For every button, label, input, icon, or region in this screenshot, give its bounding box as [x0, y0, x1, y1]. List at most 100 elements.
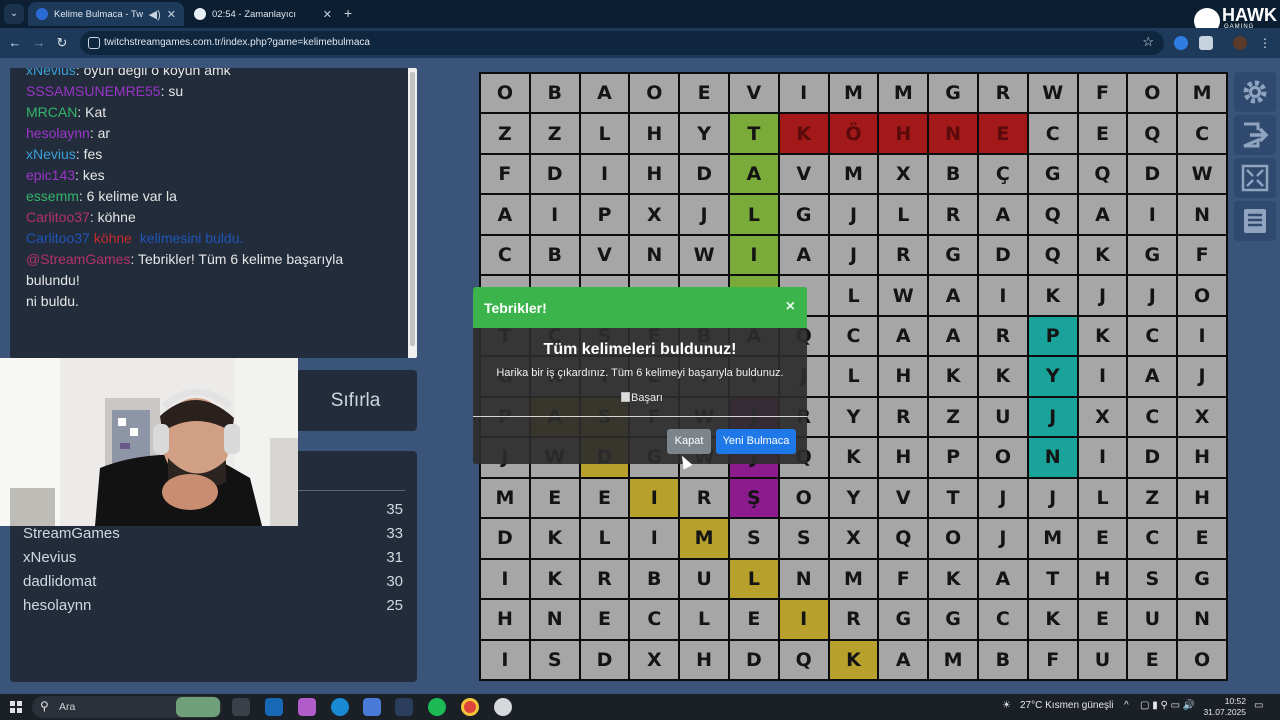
grid-cell[interactable]: G: [1178, 559, 1226, 599]
grid-cell[interactable]: J: [978, 519, 1027, 558]
modal-close-icon[interactable]: ×: [786, 298, 795, 316]
fullscreen-icon[interactable]: [1234, 158, 1276, 198]
grid-cell[interactable]: A: [729, 154, 778, 194]
outlook-icon[interactable]: [265, 698, 283, 716]
windows-start-icon[interactable]: [10, 701, 22, 713]
grid-cell[interactable]: N: [530, 600, 579, 639]
grid-cell[interactable]: C: [630, 600, 679, 639]
extensions-puzzle-icon[interactable]: [1199, 36, 1213, 50]
grid-cell[interactable]: T: [1028, 559, 1077, 599]
forward-arrow-icon[interactable]: →: [30, 34, 48, 52]
grid-cell[interactable]: J: [829, 195, 878, 234]
task-view-icon[interactable]: [232, 698, 250, 716]
grid-cell[interactable]: D: [680, 154, 728, 194]
grid-cell[interactable]: P: [929, 438, 977, 477]
grid-cell[interactable]: I: [1078, 357, 1127, 396]
grid-cell[interactable]: Q: [1078, 154, 1127, 194]
grid-cell[interactable]: A: [1128, 357, 1177, 396]
grid-cell[interactable]: J: [1028, 397, 1077, 437]
grid-cell[interactable]: U: [680, 559, 728, 599]
grid-cell[interactable]: M: [1178, 74, 1226, 113]
grid-cell[interactable]: Y: [829, 478, 878, 518]
grid-cell[interactable]: E: [1178, 519, 1226, 558]
grid-cell[interactable]: G: [1128, 235, 1177, 275]
grid-cell[interactable]: U: [1128, 600, 1177, 639]
chat-username[interactable]: Carlitoo37: [26, 209, 90, 225]
grid-cell[interactable]: M: [879, 74, 928, 113]
grid-cell[interactable]: B: [978, 640, 1027, 679]
chat-username[interactable]: epic143: [26, 167, 75, 183]
bookmark-star-icon[interactable]: ☆: [1142, 34, 1154, 50]
grid-cell[interactable]: K: [779, 114, 828, 153]
copilot-icon[interactable]: [298, 698, 316, 716]
grid-cell[interactable]: R: [879, 235, 928, 275]
grid-cell[interactable]: A: [879, 640, 928, 679]
grid-cell[interactable]: L: [680, 600, 728, 639]
grid-cell[interactable]: K: [1078, 235, 1127, 275]
tab-zamanlayici[interactable]: 02:54 - Zamanlayıcı ✕: [186, 2, 340, 26]
grid-cell[interactable]: L: [829, 357, 878, 396]
grid-cell[interactable]: R: [829, 600, 878, 639]
chat-scrollbar[interactable]: [408, 68, 417, 358]
grid-cell[interactable]: G: [879, 600, 928, 639]
grid-cell[interactable]: V: [729, 74, 778, 113]
close-button[interactable]: Kapat: [667, 429, 711, 454]
url-text[interactable]: twitchstreamgames.com.tr/index.php?game=…: [104, 37, 370, 48]
grid-cell[interactable]: H: [1178, 438, 1226, 477]
tray-apps-icon[interactable]: ▢ ▮ ⚲ ▭ 🔊: [1140, 700, 1195, 711]
grid-cell[interactable]: H: [481, 600, 529, 639]
grid-cell[interactable]: I: [729, 235, 778, 275]
grid-cell[interactable]: R: [978, 74, 1027, 113]
grid-cell[interactable]: P: [1028, 316, 1077, 356]
grid-cell[interactable]: K: [829, 438, 878, 477]
grid-cell[interactable]: E: [1078, 519, 1127, 558]
grid-cell[interactable]: Y: [1028, 357, 1077, 396]
grid-cell[interactable]: C: [1178, 114, 1226, 153]
grid-cell[interactable]: W: [879, 276, 928, 315]
grid-cell[interactable]: D: [1128, 154, 1177, 194]
grid-cell[interactable]: T: [729, 114, 778, 153]
grid-cell[interactable]: E: [1128, 640, 1177, 679]
tab-close-icon[interactable]: ✕: [323, 8, 332, 21]
back-arrow-icon[interactable]: ←: [6, 34, 24, 52]
grid-cell[interactable]: L: [729, 195, 778, 234]
grid-cell[interactable]: A: [929, 276, 977, 315]
grid-cell[interactable]: A: [1078, 195, 1127, 234]
grid-cell[interactable]: S: [779, 519, 828, 558]
grid-cell[interactable]: J: [978, 478, 1027, 518]
grid-cell[interactable]: I: [1128, 195, 1177, 234]
grid-cell[interactable]: N: [1178, 600, 1226, 639]
grid-cell[interactable]: T: [929, 478, 977, 518]
grid-cell[interactable]: I: [1078, 438, 1127, 477]
grid-cell[interactable]: I: [481, 559, 529, 599]
speaker-icon[interactable]: ◀): [149, 8, 161, 21]
chat-username[interactable]: essemm: [26, 188, 79, 204]
grid-cell[interactable]: Z: [481, 114, 529, 153]
grid-cell[interactable]: R: [879, 397, 928, 437]
grid-cell[interactable]: J: [829, 235, 878, 275]
grid-cell[interactable]: M: [1028, 519, 1077, 558]
grid-cell[interactable]: I: [978, 276, 1027, 315]
weather-icon[interactable]: ☀: [1002, 700, 1011, 711]
grid-cell[interactable]: K: [929, 357, 977, 396]
spotify-icon[interactable]: [428, 698, 446, 716]
grid-cell[interactable]: E: [580, 478, 629, 518]
grid-cell[interactable]: B: [530, 235, 579, 275]
grid-cell[interactable]: C: [829, 316, 878, 356]
grid-cell[interactable]: G: [1028, 154, 1077, 194]
grid-cell[interactable]: L: [729, 559, 778, 599]
chrome-icon[interactable]: [461, 698, 479, 716]
grid-cell[interactable]: Q: [1128, 114, 1177, 153]
grid-cell[interactable]: Q: [1028, 195, 1077, 234]
new-tab-button[interactable]: +: [344, 5, 352, 21]
edge-icon[interactable]: [331, 698, 349, 716]
grid-cell[interactable]: H: [879, 357, 928, 396]
grid-cell[interactable]: Z: [1128, 478, 1177, 518]
grid-cell[interactable]: H: [680, 640, 728, 679]
grid-cell[interactable]: O: [779, 478, 828, 518]
grid-cell[interactable]: C: [1128, 519, 1177, 558]
grid-cell[interactable]: H: [630, 154, 679, 194]
grid-cell[interactable]: R: [929, 195, 977, 234]
grid-cell[interactable]: E: [580, 600, 629, 639]
grid-cell[interactable]: U: [1078, 640, 1127, 679]
